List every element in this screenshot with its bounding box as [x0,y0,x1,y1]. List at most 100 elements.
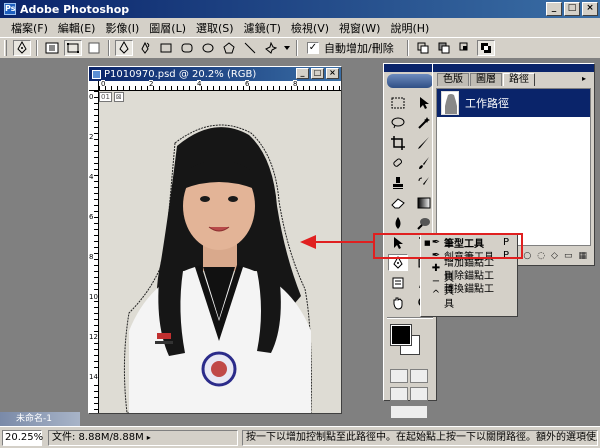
zoom-level-field[interactable]: 20.25% [2,429,43,446]
fill-pixels-icon[interactable] [85,40,103,56]
auto-add-delete-checkbox[interactable]: ✓ [307,42,319,54]
options-bar: ✓ 自動增加/刪除 [0,37,600,59]
screen-mode-controls [384,385,436,403]
add-anchor-icon: ✚ [431,263,441,274]
document-size-info[interactable]: 文件: 8.88M/8.88M ▸ [48,429,238,446]
doc-maximize-button[interactable]: □ [311,68,324,79]
path-item-work-path[interactable]: 工作路徑 [437,89,590,117]
load-as-selection-icon[interactable]: ◌ [537,251,545,261]
rectangle-shape-icon[interactable] [157,40,175,56]
ruler-label: 12 [89,333,98,341]
minimize-button[interactable]: _ [546,2,562,16]
marquee-tool-icon[interactable] [388,94,408,111]
flyout-item-label: 轉換錨點工具 [444,283,494,310]
path-intersect-mode-icon[interactable] [456,40,474,56]
ruler-label: 8 [89,253,94,261]
document-info-menu-icon[interactable]: ▸ [147,431,151,445]
adobe-online-logo[interactable] [387,74,433,88]
slice-tool-icon[interactable] [414,134,434,151]
document-title: P1010970.psd @ 20.2% (RGB) [104,68,257,80]
menu-layer[interactable]: 圖層(L) [144,20,191,36]
flyout-item-convert-anchor[interactable]: ^ 轉換錨點工具 [421,284,517,310]
make-work-path-icon[interactable]: ◇ [551,251,558,261]
doc-close-button[interactable]: × [326,68,339,79]
color-swatches [388,323,432,363]
hand-tool-icon[interactable] [388,294,408,311]
document-canvas[interactable] [99,91,341,413]
rounded-rectangle-shape-icon[interactable] [178,40,196,56]
toolbox-header[interactable] [384,64,436,72]
quick-mask-mode-icon[interactable] [410,369,428,383]
notes-tool-icon[interactable] [388,274,408,291]
menu-image[interactable]: 影像(I) [100,20,144,36]
menu-file[interactable]: 檔案(F) [6,20,53,36]
move-tool-icon[interactable] [414,94,434,111]
brush-tool-icon[interactable] [414,154,434,171]
app-title: Adobe Photoshop [20,2,130,16]
standard-screen-mode-icon[interactable] [390,387,408,401]
blur-tool-icon[interactable] [388,214,408,231]
healing-brush-tool-icon[interactable] [388,154,408,171]
separator [36,40,38,56]
path-subtract-mode-icon[interactable] [435,40,453,56]
path-add-mode-icon[interactable] [414,40,432,56]
line-shape-icon[interactable] [241,40,259,56]
options-bar-grip[interactable] [4,40,7,56]
full-screen-mode-icon[interactable] [410,387,428,401]
paths-panel-header[interactable] [433,64,594,72]
vertical-ruler[interactable]: 0 2 4 6 8 10 12 14 [89,91,99,413]
new-path-icon[interactable]: ▭ [564,251,573,261]
jump-to-imageready-icon[interactable] [390,405,428,419]
doc-minimize-button[interactable]: _ [296,68,309,79]
panel-menu-icon[interactable]: ▸ [578,74,590,84]
maximize-button[interactable]: □ [564,2,580,16]
menu-window[interactable]: 視窗(W) [334,20,385,36]
tool-preset-pen-icon[interactable] [13,40,31,56]
horizontal-ruler[interactable]: 0 2 4 6 8 [99,80,341,91]
ruler-label: 10 [89,293,98,301]
tab-layers[interactable]: 圖層 [470,73,502,86]
shape-layers-icon[interactable] [43,40,61,56]
tab-channels[interactable]: 色版 [437,73,469,86]
foreground-color-swatch[interactable] [390,324,412,346]
ellipse-shape-icon[interactable] [199,40,217,56]
menu-bar: 檔案(F) 編輯(E) 影像(I) 圖層(L) 選取(S) 濾鏡(T) 檢視(V… [0,18,600,37]
ruler-label: 6 [245,80,250,88]
menu-select[interactable]: 選取(S) [191,20,239,36]
history-brush-tool-icon[interactable] [414,174,434,191]
ruler-label: 6 [89,213,94,221]
shape-dropdown-chevron-icon[interactable] [283,40,291,56]
ruler-corner[interactable] [89,81,99,91]
auto-add-delete-label: 自動增加/刪除 [324,42,394,55]
path-exclude-mode-icon[interactable] [476,40,495,56]
gradient-tool-icon[interactable] [414,194,434,211]
photo-of-girl [99,91,341,413]
standard-mode-icon[interactable] [390,369,408,383]
paths-mode-icon[interactable] [64,40,82,56]
annotation-arrow-icon [300,235,374,249]
polygon-shape-icon[interactable] [220,40,238,56]
clone-stamp-tool-icon[interactable] [388,174,408,191]
photoshop-app-icon[interactable]: Ps [4,3,16,15]
magic-wand-tool-icon[interactable] [414,114,434,131]
delete-path-icon[interactable]: ▦ [578,251,587,261]
eraser-tool-icon[interactable] [388,194,408,211]
close-button[interactable]: × [582,2,598,16]
crop-tool-icon[interactable] [388,134,408,151]
pen-tool-option-icon[interactable] [115,40,133,56]
menu-help[interactable]: 說明(H) [385,20,434,36]
stroke-path-icon[interactable]: ○ [523,251,531,261]
menu-filter[interactable]: 濾鏡(T) [239,20,286,36]
freeform-pen-option-icon[interactable] [136,40,154,56]
toolbox-separator [387,317,433,319]
minimized-document[interactable]: 未命名-1 [0,412,80,426]
ruler-label: 0 [101,80,106,88]
tab-paths[interactable]: 路徑 [503,73,535,86]
menu-edit[interactable]: 編輯(E) [53,20,101,36]
document-title-bar[interactable]: P1010970.psd @ 20.2% (RGB) _ □ × [89,67,341,81]
lasso-tool-icon[interactable] [388,114,408,131]
custom-shape-icon[interactable] [262,40,280,56]
annotation-highlight-box [373,233,523,259]
dodge-tool-icon[interactable] [414,214,434,231]
menu-view[interactable]: 檢視(V) [286,20,334,36]
